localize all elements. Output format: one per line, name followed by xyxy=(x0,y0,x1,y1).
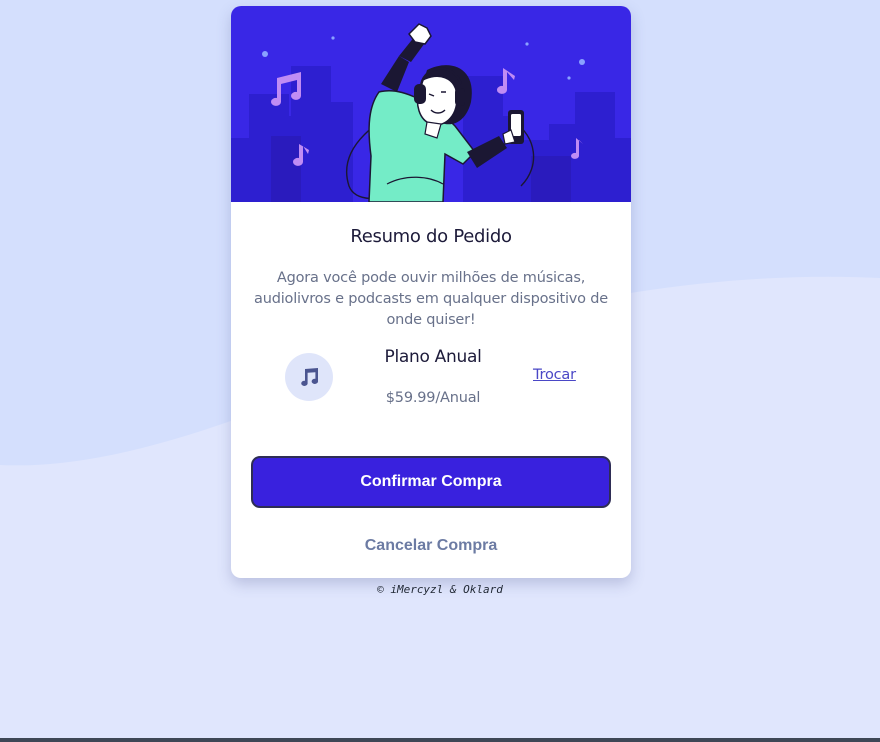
bottom-bar xyxy=(0,738,880,742)
order-summary-card: Resumo do Pedido Agora você pode ouvir m… xyxy=(231,6,631,578)
music-note-icon xyxy=(285,353,333,401)
hero-illustration xyxy=(231,6,631,202)
card-description: Agora você pode ouvir milhões de músicas… xyxy=(254,270,608,328)
card-title: Resumo do Pedido xyxy=(350,226,512,247)
plan-name: Plano Anual xyxy=(384,347,482,367)
confirm-purchase-button[interactable]: Confirmar Compra xyxy=(251,456,611,508)
cancel-purchase-button[interactable]: Cancelar Compra xyxy=(231,537,631,555)
footer-credits: © iMercyzl & Oklard xyxy=(377,583,503,596)
change-plan-link[interactable]: Trocar xyxy=(533,367,576,383)
plan-price: $59.99/Anual xyxy=(385,390,481,406)
